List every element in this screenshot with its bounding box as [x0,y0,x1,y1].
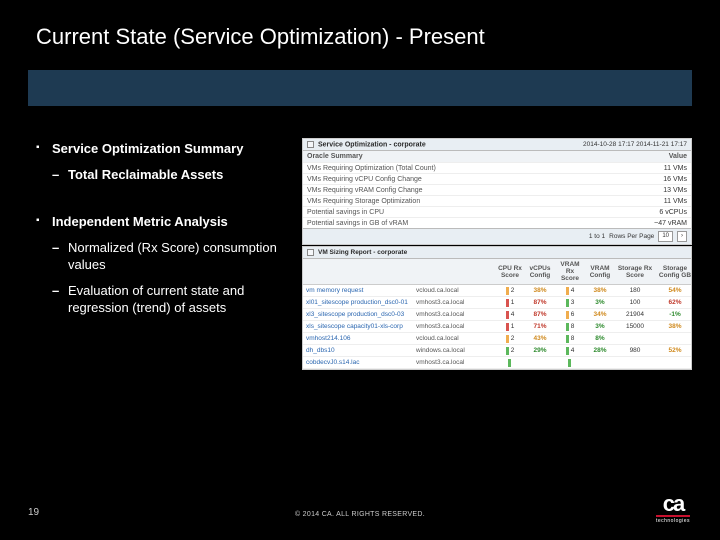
summary-row: VMs Requiring Storage Optimization11 VMs [303,195,691,206]
summary-row: VMs Requiring vCPU Config Change16 VMs [303,173,691,184]
summary-range: 1 to 1 [589,233,605,240]
sizing-row: cobdecvJ0.s14.lacvmhost3.ca.local [303,357,691,369]
sizing-row: vm memory requestvcloud.ca.local238%438%… [303,285,691,297]
summary-columns: Oracle Summary Value [303,151,691,162]
summary-panel: Service Optimization - corporate 2014-10… [302,138,692,245]
sizing-row: xl01_sitescope production_dsc0-01vmhost3… [303,297,691,309]
vm-name-link[interactable]: cobdecvJ0.s14.lac [305,359,415,366]
rows-per-page-label: Rows Per Page [609,233,654,240]
collapse-icon[interactable] [307,249,314,256]
body-text: Service Optimization Summary Total Recla… [36,140,286,347]
bullet-2: Independent Metric Analysis Normalized (… [36,213,286,317]
ca-logo-sub: technologies [656,515,690,524]
bullet-1-text: Service Optimization Summary [52,141,243,156]
sizing-row: vmhost214.106vcloud.ca.local243%88% [303,333,691,345]
ca-logo: ca technologies [654,494,692,526]
vm-name-link[interactable]: xl01_sitescope production_dsc0-01 [305,299,415,306]
summary-panel-header: Service Optimization - corporate 2014-10… [303,139,691,151]
bullet-2-text: Independent Metric Analysis [52,214,228,229]
vm-name-link[interactable]: xl3_sitescope production_dsc0-03 [305,311,415,318]
pager-next-icon[interactable]: › [677,231,687,242]
sizing-row: dh_dbs10windows.ca.local229%428%98052% [303,345,691,357]
sizing-rows: vm memory requestvcloud.ca.local238%438%… [303,285,691,369]
summary-row: VMs Requiring Optimization (Total Count)… [303,162,691,173]
summary-row: Potential savings in GB of vRAM~47 vRAM [303,217,691,228]
collapse-icon[interactable] [307,141,314,148]
title-band [28,70,692,106]
summary-rows: VMs Requiring Optimization (Total Count)… [303,162,691,228]
ca-logo-text: ca [663,494,683,514]
slide-title: Current State (Service Optimization) - P… [36,24,485,50]
summary-panel-date: 2014-10-28 17:17 2014-11-21 17:17 [583,141,687,148]
vm-name-link[interactable]: dh_dbs10 [305,347,415,354]
summary-footer: 1 to 1 Rows Per Page 10 › [303,228,691,244]
sizing-panel-header: VM Sizing Report - corporate [303,247,691,259]
sizing-panel-title: VM Sizing Report - corporate [318,249,407,256]
vm-name-link[interactable]: vmhost214.106 [305,335,415,342]
bullet-2-sub-2: Evaluation of current state and regressi… [52,282,286,317]
sizing-panel: VM Sizing Report - corporate CPU Rx Scor… [302,246,692,370]
summary-col-1: Oracle Summary [307,153,363,160]
sizing-row: xls_sitescope capacity01-xls-corpvmhost3… [303,321,691,333]
vm-name-link[interactable]: vm memory request [305,287,415,294]
vm-name-link[interactable]: xls_sitescope capacity01-xls-corp [305,323,415,330]
bullet-1: Service Optimization Summary Total Recla… [36,140,286,183]
bullet-1-sub-1: Total Reclaimable Assets [52,166,286,184]
rows-per-page-select[interactable]: 10 [658,231,673,242]
summary-panel-title: Service Optimization - corporate [318,141,426,148]
bullet-2-sub-1: Normalized (Rx Score) consumption values [52,239,286,274]
sizing-row: xl3_sitescope production_dsc0-03vmhost3.… [303,309,691,321]
summary-col-2: Value [669,153,687,160]
summary-row: Potential savings in CPU6 vCPUs [303,206,691,217]
sizing-columns: CPU Rx ScorevCPUs ConfigVRAM Rx ScoreVRA… [303,259,691,285]
copyright: © 2014 CA. ALL RIGHTS RESERVED. [0,511,720,518]
summary-row: VMs Requiring vRAM Config Change13 VMs [303,184,691,195]
